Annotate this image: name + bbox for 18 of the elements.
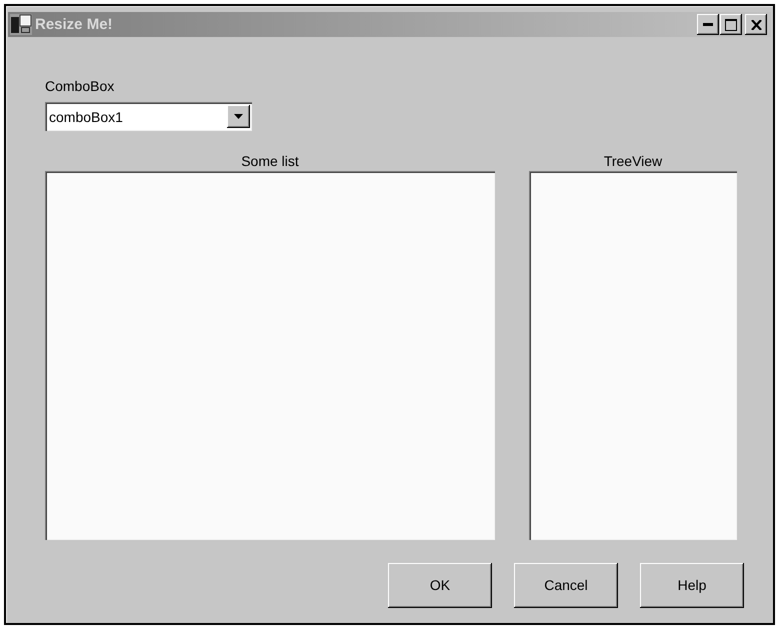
close-icon xyxy=(750,20,762,30)
combo-box-value: comboBox1 xyxy=(49,108,123,124)
combo-box-label: ComboBox xyxy=(45,78,114,94)
minimize-button[interactable] xyxy=(697,14,719,35)
maximize-icon xyxy=(725,18,737,30)
caret-icon xyxy=(234,114,243,119)
dropdown-button[interactable] xyxy=(227,105,250,128)
maximize-button[interactable] xyxy=(720,14,742,35)
minimize-icon xyxy=(703,23,713,26)
window-icon xyxy=(10,14,32,35)
dialog-button[interactable]: OK xyxy=(388,563,492,608)
combo-box[interactable]: comboBox1 xyxy=(45,102,252,131)
list-label: Some list xyxy=(241,153,299,171)
dialog-button[interactable]: Help xyxy=(640,563,744,608)
window-title: Resize Me! xyxy=(35,17,113,32)
dialog-button[interactable]: Cancel xyxy=(514,563,618,608)
list-label: TreeView xyxy=(604,153,662,171)
close-button[interactable] xyxy=(745,14,767,35)
